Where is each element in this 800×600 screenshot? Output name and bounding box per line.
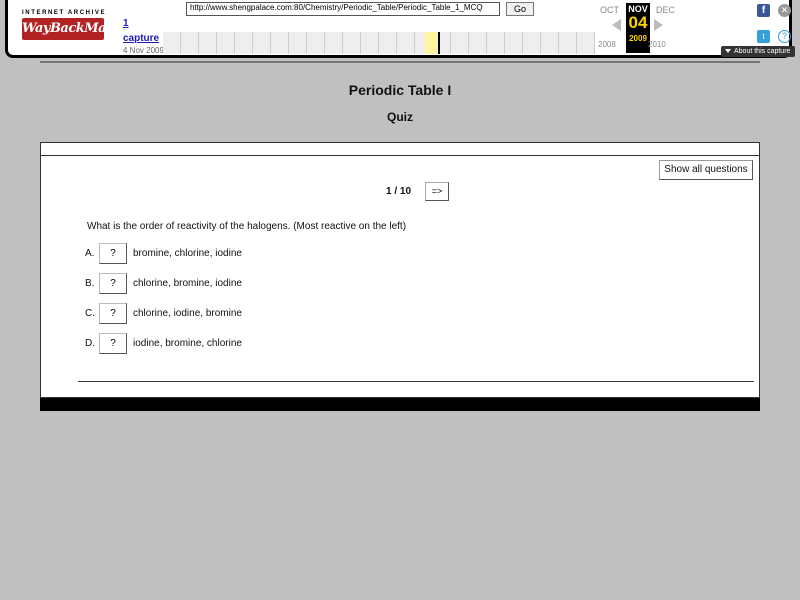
option-letter: D.: [85, 338, 95, 349]
option-d-answer-button[interactable]: ?: [99, 333, 127, 354]
next-capture-arrow-icon[interactable]: [654, 19, 663, 31]
option-letter: C.: [85, 308, 95, 319]
option-text: iodine, bromine, chlorine: [133, 338, 242, 349]
option-letter: B.: [85, 278, 95, 289]
wayback-logo[interactable]: INTERNET ARCHIVE WayBackMachine: [22, 10, 144, 40]
option-letter: A.: [85, 248, 95, 259]
current-day-label: 04: [628, 13, 648, 32]
sparkline-capture-mark: [438, 32, 440, 54]
show-all-questions-button[interactable]: Show all questions: [659, 160, 753, 180]
triangle-down-icon: [725, 49, 731, 54]
option-text: chlorine, bromine, iodine: [133, 278, 242, 289]
close-icon[interactable]: ✕: [778, 4, 791, 17]
question-counter: 1 / 10: [386, 186, 412, 197]
capture-sparkline[interactable]: [163, 32, 595, 54]
next-question-button[interactable]: =>: [425, 182, 449, 201]
prev-year-label[interactable]: 2008: [598, 40, 616, 49]
next-month-label[interactable]: DEC: [656, 5, 675, 15]
url-input[interactable]: http://www.shengpalace.com:80/Chemistry/…: [186, 2, 500, 16]
capture-link[interactable]: capture: [123, 33, 159, 44]
page-title: Periodic Table I: [348, 82, 452, 98]
sparkline-highlight: [425, 32, 439, 54]
page-subtitle: Quiz: [387, 110, 413, 124]
option-text: bromine, chlorine, iodine: [133, 248, 242, 259]
panel-top-bar: [41, 143, 759, 156]
toolbar-divider: [40, 61, 760, 63]
prev-capture-arrow-icon[interactable]: [612, 19, 621, 31]
panel-divider: [78, 381, 754, 382]
option-text: chlorine, iodine, bromine: [133, 308, 242, 319]
option-b-answer-button[interactable]: ?: [99, 273, 127, 294]
go-button[interactable]: Go: [506, 2, 534, 16]
next-year-label[interactable]: 2010: [648, 40, 666, 49]
prev-month-label[interactable]: OCT: [600, 5, 619, 15]
option-c-answer-button[interactable]: ?: [99, 303, 127, 324]
about-capture-label: About this capture: [734, 48, 791, 55]
logo-main-text: WayBackMachine: [22, 18, 144, 40]
panel-bottom-bar: [40, 398, 760, 411]
about-capture-button[interactable]: About this capture: [721, 46, 795, 57]
current-year-label: 2009: [629, 34, 647, 43]
twitter-icon[interactable]: t: [757, 30, 770, 43]
facebook-icon[interactable]: f: [757, 4, 770, 17]
capture-date: 4 Nov 2009: [123, 46, 164, 55]
help-icon[interactable]: ?: [778, 30, 791, 43]
quiz-panel: Show all questions 1 / 10 => What is the…: [40, 142, 760, 398]
question-text: What is the order of reactivity of the h…: [87, 221, 407, 232]
capture-count-link[interactable]: 1: [123, 18, 129, 29]
logo-top-text: INTERNET ARCHIVE: [22, 10, 107, 16]
current-date-box: NOV 04 2009: [626, 3, 650, 53]
option-a-answer-button[interactable]: ?: [99, 243, 127, 264]
wayback-toolbar: INTERNET ARCHIVE WayBackMachine http://w…: [5, 0, 795, 58]
